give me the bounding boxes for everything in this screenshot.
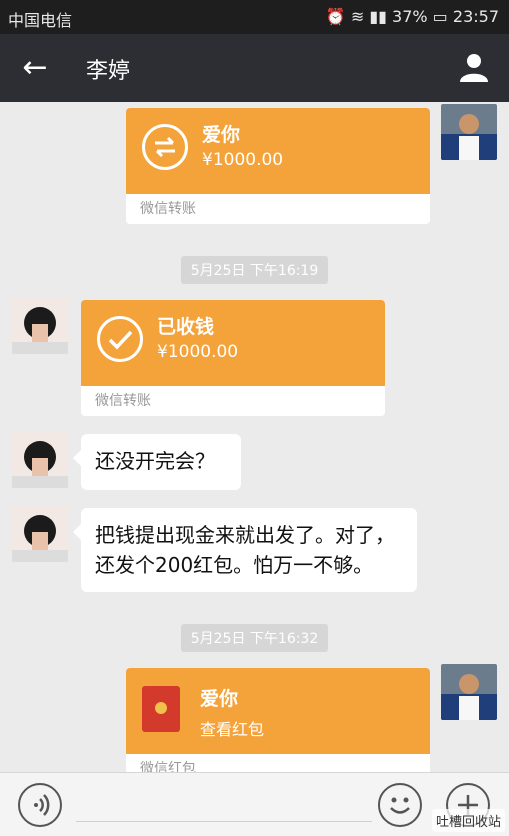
transfer-card-received[interactable]: 已收钱 ¥1000.00 微信转账 — [81, 300, 385, 416]
message-input[interactable] — [76, 821, 372, 822]
message-text: 还没开完会？ — [95, 449, 215, 473]
chat-title: 李婷 — [86, 59, 131, 84]
my-avatar[interactable] — [441, 104, 497, 160]
red-packet-subtitle: 查看红包 — [200, 720, 265, 739]
battery-icon: ▭ — [432, 7, 448, 26]
voice-input-icon[interactable] — [18, 783, 62, 827]
wifi-icon: ≋ — [350, 7, 365, 26]
message-bubble[interactable]: 还没开完会？ — [73, 434, 241, 490]
transfer-footer: 微信转账 — [140, 201, 196, 217]
back-arrow-icon[interactable]: ← — [18, 51, 52, 85]
contact-avatar[interactable] — [12, 298, 68, 354]
checkmark-icon — [97, 316, 143, 362]
red-packet-title: 爱你 — [200, 688, 239, 710]
transfer-footer: 微信转账 — [95, 393, 151, 409]
red-packet-card[interactable]: 爱你 查看红包 微信红包 — [126, 668, 430, 772]
message-text-line: 还发个200红包。怕万一不够。 — [95, 553, 374, 577]
my-avatar[interactable] — [441, 664, 497, 720]
alarm-icon: ⏰ — [325, 7, 346, 26]
input-bar: 吐槽回收站 — [0, 772, 509, 836]
status-bar: 中国电信 ⏰ ≋ ▮▮ 37% ▭ 23:57 — [0, 0, 509, 34]
message-text-line: 把钱提出现金来就出发了。对了， — [95, 523, 395, 547]
contact-profile-icon[interactable] — [457, 50, 491, 84]
transfer-title: 爱你 — [202, 124, 241, 146]
status-right: ⏰ ≋ ▮▮ 37% ▭ 23:57 — [326, 7, 499, 26]
signal-icon: ▮▮ — [369, 7, 387, 26]
transfer-amount: ¥1000.00 — [157, 342, 239, 362]
transfer-title: 已收钱 — [157, 316, 215, 338]
clock: 23:57 — [452, 7, 499, 26]
timestamp-2: 5月25日 下午16:32 — [0, 624, 509, 652]
transfer-arrows-icon — [142, 124, 188, 170]
red-envelope-icon — [142, 686, 180, 732]
chat-area[interactable]: 爱你 ¥1000.00 微信转账 5月25日 下午16:19 已收钱 ¥1000… — [0, 102, 509, 772]
transfer-card-sent[interactable]: 爱你 ¥1000.00 微信转账 — [126, 108, 430, 224]
red-packet-footer: 微信红包 — [140, 761, 196, 772]
battery-percent: 37% — [392, 7, 428, 26]
watermark: 吐槽回收站 — [431, 809, 505, 832]
contact-avatar[interactable] — [12, 432, 68, 488]
chat-header: ← 李婷 — [0, 34, 509, 102]
timestamp-1: 5月25日 下午16:19 — [0, 256, 509, 284]
contact-avatar[interactable] — [12, 506, 68, 562]
transfer-amount: ¥1000.00 — [202, 150, 284, 170]
message-bubble[interactable]: 把钱提出现金来就出发了。对了， 还发个200红包。怕万一不够。 — [73, 508, 417, 592]
carrier-label: 中国电信 — [8, 11, 73, 30]
emoji-icon[interactable] — [378, 783, 422, 827]
